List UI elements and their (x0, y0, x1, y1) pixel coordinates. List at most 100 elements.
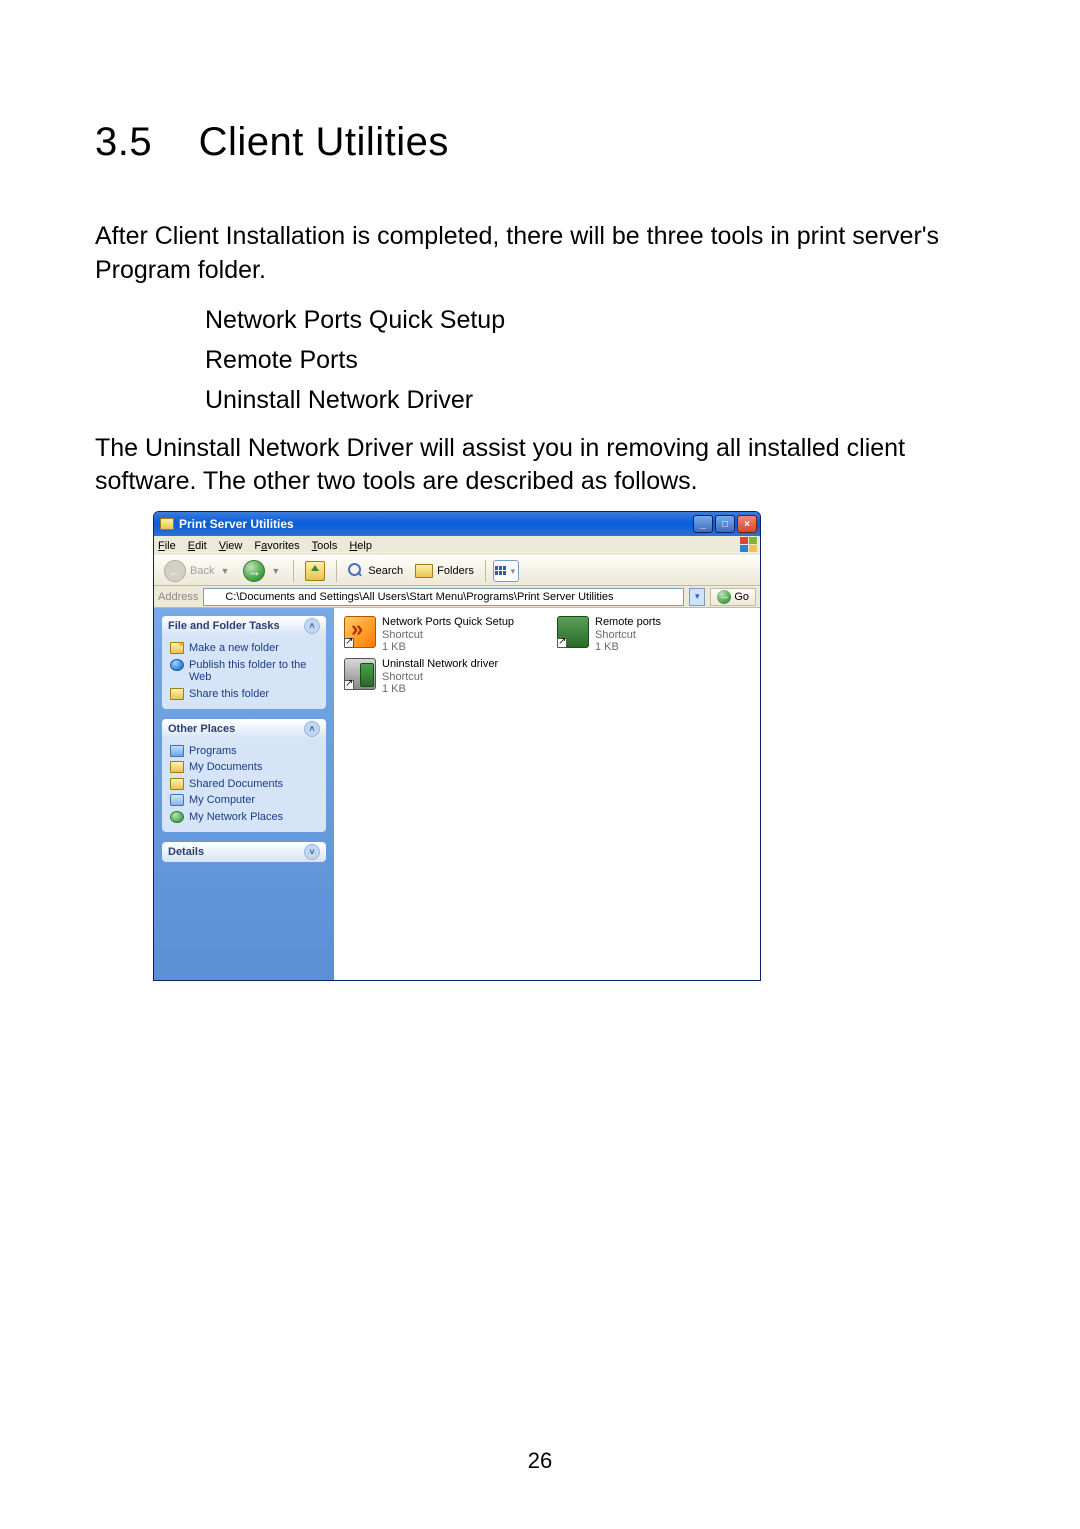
collapse-icon[interactable]: ˄ (304, 721, 320, 737)
details-panel-title: Details (168, 846, 204, 858)
item-size: 1 KB (382, 683, 498, 696)
shortcut-item[interactable]: Uninstall Network driver Shortcut 1 KB (342, 656, 537, 698)
folder-icon (160, 518, 174, 530)
shortcut-icon (344, 658, 376, 690)
page-number: 26 (0, 1448, 1080, 1474)
new-folder-icon (170, 642, 184, 654)
task-share-folder[interactable]: Share this folder (170, 688, 318, 701)
other-places-header[interactable]: Other Places ˄ (162, 719, 326, 739)
window-controls: _ □ × (693, 515, 757, 533)
chevron-down-icon: ▾ (509, 566, 518, 577)
network-icon (170, 811, 184, 823)
menu-view[interactable]: View (219, 540, 243, 552)
other-places-panel: Other Places ˄ Programs My Documents Sha… (162, 719, 326, 832)
minimize-button[interactable]: _ (693, 515, 713, 533)
address-field[interactable]: C:\Documents and Settings\All Users\Star… (203, 588, 684, 606)
search-button[interactable]: Search (344, 561, 407, 581)
separator (336, 560, 337, 582)
menu-help[interactable]: Help (349, 540, 372, 552)
menu-edit[interactable]: Edit (188, 540, 207, 552)
toolbar: ← Back ▼ → ▼ Search Folders ▾ (154, 556, 760, 586)
back-label: Back (190, 565, 214, 577)
shortcut-item[interactable]: Network Ports Quick Setup Shortcut 1 KB (342, 614, 537, 656)
shortcut-icon (557, 616, 589, 648)
separator (293, 560, 294, 582)
share-icon (170, 688, 184, 700)
folders-button[interactable]: Folders (411, 562, 478, 580)
views-icon (495, 566, 507, 576)
details-panel: Details ˅ (162, 842, 326, 862)
document-page: 3.5 Client Utilities After Client Instal… (0, 0, 1080, 1529)
followup-paragraph: The Uninstall Network Driver will assist… (95, 432, 985, 500)
back-icon: ← (164, 560, 186, 582)
forward-button[interactable]: → ▼ (239, 558, 286, 584)
titlebar[interactable]: Print Server Utilities _ □ × (154, 512, 760, 536)
go-label: Go (734, 591, 749, 603)
item-name: Uninstall Network driver (382, 658, 498, 671)
section-heading: 3.5 Client Utilities (95, 120, 985, 165)
address-dropdown[interactable]: ▾ (689, 588, 705, 606)
window-body: File and Folder Tasks ˄ Make a new folde… (154, 608, 760, 980)
search-label: Search (368, 565, 403, 577)
details-panel-header[interactable]: Details ˅ (162, 842, 326, 862)
item-text: Network Ports Quick Setup Shortcut 1 KB (382, 616, 514, 654)
tasks-panel: File and Folder Tasks ˄ Make a new folde… (162, 616, 326, 709)
item-size: 1 KB (595, 641, 661, 654)
views-button[interactable]: ▾ (493, 560, 519, 582)
maximize-button[interactable]: □ (715, 515, 735, 533)
go-button[interactable]: → Go (710, 588, 756, 606)
folders-icon (415, 564, 433, 578)
menu-favorites[interactable]: Favorites (254, 540, 299, 552)
task-make-folder[interactable]: Make a new folder (170, 642, 318, 655)
task-publish-web[interactable]: Publish this folder to the Web (170, 659, 318, 684)
other-places-title: Other Places (168, 723, 235, 735)
tools-list: Network Ports Quick Setup Remote Ports U… (205, 300, 985, 420)
tasks-panel-title: File and Folder Tasks (168, 620, 280, 632)
close-button[interactable]: × (737, 515, 757, 533)
link-shared-documents[interactable]: Shared Documents (170, 778, 318, 791)
item-name: Network Ports Quick Setup (382, 616, 514, 629)
side-pane: File and Folder Tasks ˄ Make a new folde… (154, 608, 334, 980)
item-size: 1 KB (382, 641, 514, 654)
link-network-places[interactable]: My Network Places (170, 811, 318, 824)
shortcut-item[interactable]: Remote ports Shortcut 1 KB (555, 614, 715, 656)
folders-label: Folders (437, 565, 474, 577)
folder-content[interactable]: Network Ports Quick Setup Shortcut 1 KB … (334, 608, 760, 980)
list-item: Uninstall Network Driver (205, 380, 985, 420)
search-icon (348, 563, 364, 579)
shared-docs-icon (170, 778, 184, 790)
item-type: Shortcut (382, 629, 514, 642)
shortcut-badge-icon (344, 638, 354, 648)
link-programs[interactable]: Programs (170, 745, 318, 758)
item-text: Uninstall Network driver Shortcut 1 KB (382, 658, 498, 696)
folder-icon (207, 591, 221, 602)
tasks-panel-header[interactable]: File and Folder Tasks ˄ (162, 616, 326, 636)
menu-tools[interactable]: Tools (312, 540, 338, 552)
globe-icon (170, 659, 184, 671)
chevron-down-icon: ▼ (218, 566, 231, 576)
address-path: C:\Documents and Settings\All Users\Star… (225, 591, 613, 603)
list-item: Network Ports Quick Setup (205, 300, 985, 340)
item-text: Remote ports Shortcut 1 KB (595, 616, 661, 654)
documents-icon (170, 761, 184, 773)
up-button[interactable] (301, 559, 329, 583)
menu-file[interactable]: File (158, 540, 176, 552)
back-button[interactable]: ← Back ▼ (160, 558, 235, 584)
item-name: Remote ports (595, 616, 661, 629)
section-title-text: Client Utilities (199, 120, 449, 164)
shortcut-icon (344, 616, 376, 648)
link-my-computer[interactable]: My Computer (170, 794, 318, 807)
menubar: File Edit View Favorites Tools Help (154, 536, 760, 556)
explorer-window: Print Server Utilities _ □ × File Edit V… (153, 511, 761, 981)
go-icon: → (717, 590, 731, 604)
separator (485, 560, 486, 582)
computer-icon (170, 794, 184, 806)
shortcut-badge-icon (344, 680, 354, 690)
collapse-icon[interactable]: ˄ (304, 618, 320, 634)
expand-icon[interactable]: ˅ (304, 844, 320, 860)
up-folder-icon (305, 561, 325, 581)
address-label: Address (158, 591, 198, 603)
chevron-down-icon: ▼ (269, 566, 282, 576)
list-item: Remote Ports (205, 340, 985, 380)
link-my-documents[interactable]: My Documents (170, 761, 318, 774)
